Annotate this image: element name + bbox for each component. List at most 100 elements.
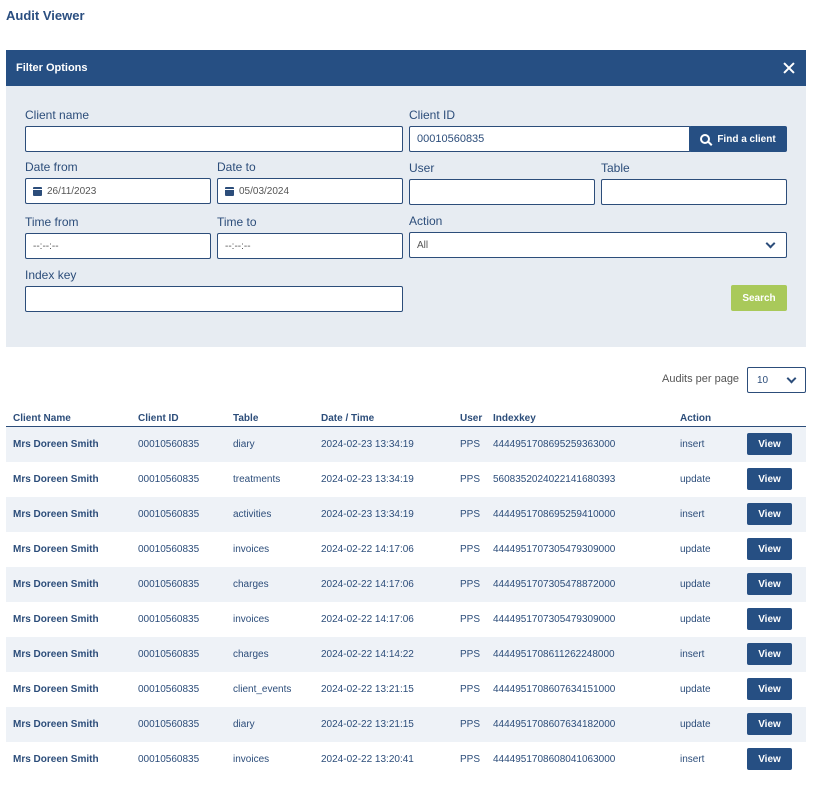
chevron-down-icon: [765, 238, 776, 249]
time-from-input[interactable]: --:--:--: [25, 233, 211, 259]
table-cell: charges: [233, 579, 269, 590]
filter-panel: Filter Options Client name Client ID 000…: [6, 50, 806, 347]
table-label: Table: [601, 161, 630, 175]
action-cell: update: [680, 474, 711, 485]
datetime-cell: 2024-02-23 13:34:19: [321, 474, 414, 485]
table-row: Mrs Doreen Smith 00010560835 client_events…: [6, 672, 806, 707]
action-cell: update: [680, 579, 711, 590]
client-id-input[interactable]: 00010560835: [409, 126, 691, 152]
table-row: Mrs Doreen Smith 00010560835 invoices 2024-…: [6, 532, 806, 567]
client-id-cell: 00010560835: [138, 439, 200, 450]
table-header: Client Name Client ID Table Date / Time …: [6, 409, 806, 427]
user-cell: PPS: [460, 649, 481, 660]
client-id-cell: 00010560835: [138, 544, 200, 555]
time-from-label: Time from: [25, 215, 79, 229]
client-id-label: Client ID: [409, 108, 456, 122]
user-cell: PPS: [460, 719, 481, 730]
table-cell: charges: [233, 649, 269, 660]
find-client-button[interactable]: Find a client: [689, 126, 787, 152]
table-cell: treatments: [233, 474, 281, 485]
datetime-cell: 2024-02-22 13:21:15: [321, 719, 414, 730]
datetime-cell: 2024-02-22 13:20:41: [321, 754, 414, 765]
client-name-cell: Mrs Doreen Smith: [13, 579, 99, 590]
time-to-value: --:--:--: [225, 240, 251, 252]
client-name-cell: Mrs Doreen Smith: [13, 754, 99, 765]
column-header: Table: [233, 413, 259, 424]
datetime-cell: 2024-02-23 13:34:19: [321, 439, 414, 450]
table-cell: invoices: [233, 544, 270, 555]
view-button[interactable]: View: [747, 538, 792, 560]
table-row: Mrs Doreen Smith 00010560835 treatments 202…: [6, 462, 806, 497]
view-button[interactable]: View: [747, 433, 792, 455]
column-header: Action: [680, 413, 712, 424]
table-row: Mrs Doreen Smith 00010560835 invoices 2024-…: [6, 602, 806, 637]
client-id-cell: 00010560835: [138, 684, 200, 695]
datetime-cell: 2024-02-22 13:21:15: [321, 684, 414, 695]
index-key-input[interactable]: [25, 286, 403, 312]
client-id-cell: 00010560835: [138, 474, 200, 485]
view-button[interactable]: View: [747, 713, 792, 735]
filter-header: Filter Options: [6, 50, 806, 86]
search-button[interactable]: Search: [731, 285, 787, 311]
client-name-input[interactable]: [25, 126, 403, 152]
view-button[interactable]: View: [747, 678, 792, 700]
user-input[interactable]: [409, 179, 595, 205]
action-select[interactable]: All: [409, 232, 787, 258]
audit-table: Client Name Client ID Table Date / Time …: [6, 409, 806, 777]
client-name-cell: Mrs Doreen Smith: [13, 509, 99, 520]
date-from-value: 26/11/2023: [47, 185, 97, 197]
indexkey-cell: 4444951708607634182000: [493, 719, 616, 730]
action-cell: insert: [680, 439, 705, 450]
user-label: User: [409, 161, 435, 175]
view-button[interactable]: View: [747, 643, 792, 665]
indexkey-cell: 4444951708608041063000: [493, 754, 616, 765]
date-to-label: Date to: [217, 160, 256, 174]
time-to-label: Time to: [217, 215, 257, 229]
column-header: User: [460, 413, 483, 424]
action-cell: update: [680, 684, 711, 695]
datetime-cell: 2024-02-22 14:17:06: [321, 614, 414, 625]
column-header: Client ID: [138, 413, 179, 424]
indexkey-cell: 4444951708695259363000: [493, 439, 616, 450]
client-id-cell: 00010560835: [138, 579, 200, 590]
table-row: Mrs Doreen Smith 00010560835 activities 202…: [6, 497, 806, 532]
date-to-input[interactable]: 05/03/2024: [217, 178, 403, 204]
client-id-cell: 00010560835: [138, 754, 200, 765]
calendar-icon: [225, 186, 234, 196]
client-name-cell: Mrs Doreen Smith: [13, 649, 99, 660]
client-name-cell: Mrs Doreen Smith: [13, 474, 99, 485]
column-header: Date / Time: [321, 413, 375, 424]
client-name-cell: Mrs Doreen Smith: [13, 684, 99, 695]
close-icon[interactable]: [782, 61, 796, 75]
view-button[interactable]: View: [747, 748, 792, 770]
client-id-cell: 00010560835: [138, 614, 200, 625]
user-cell: PPS: [460, 474, 481, 485]
audits-per-page-value: 10: [757, 374, 769, 386]
datetime-cell: 2024-02-22 14:17:06: [321, 544, 414, 555]
date-from-input[interactable]: 26/11/2023: [25, 178, 211, 204]
table-body: Mrs Doreen Smith 00010560835 diary 2024-02-…: [6, 427, 806, 777]
table-row: Mrs Doreen Smith 00010560835 diary 2024-02-…: [6, 427, 806, 462]
action-cell: update: [680, 719, 711, 730]
date-to-value: 05/03/2024: [239, 185, 290, 197]
indexkey-cell: 4444951708611262248000: [493, 649, 615, 660]
indexkey-cell: 5608352024022141680393: [493, 474, 616, 485]
user-cell: PPS: [460, 579, 481, 590]
table-input[interactable]: [601, 179, 787, 205]
client-name-label: Client name: [25, 108, 90, 122]
indexkey-cell: 4444951708607634151000: [493, 684, 616, 695]
date-from-label: Date from: [25, 160, 78, 174]
table-cell: diary: [233, 439, 255, 450]
table-cell: activities: [233, 509, 272, 520]
view-button[interactable]: View: [747, 468, 792, 490]
page-title: Audit Viewer: [6, 8, 85, 23]
time-to-input[interactable]: --:--:--: [217, 233, 403, 259]
client-name-cell: Mrs Doreen Smith: [13, 439, 99, 450]
user-cell: PPS: [460, 614, 481, 625]
find-client-label: Find a client: [717, 133, 776, 145]
view-button[interactable]: View: [747, 608, 792, 630]
view-button[interactable]: View: [747, 503, 792, 525]
audits-per-page-select[interactable]: 10: [747, 367, 806, 393]
table-cell: invoices: [233, 614, 270, 625]
view-button[interactable]: View: [747, 573, 792, 595]
